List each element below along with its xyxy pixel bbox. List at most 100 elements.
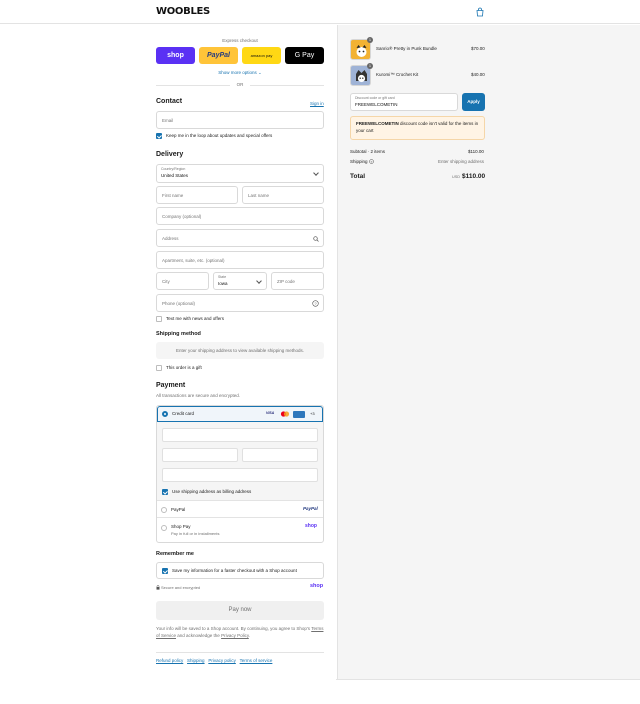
show-more-options-link[interactable]: Show more options ⌄	[156, 70, 324, 76]
shipping-label: Shipping ?	[350, 159, 374, 164]
delivery-heading: Delivery	[156, 151, 184, 158]
product-image-icon	[356, 45, 367, 57]
text-me-label: Text me with news and offers	[166, 316, 224, 321]
refund-policy-link[interactable]: Refund policy	[156, 658, 183, 663]
express-checkout-title: Express checkout	[222, 38, 258, 43]
legal-text: Your info will be saved to a Shop accoun…	[156, 626, 324, 638]
discount-error-banner: FREEWELCOMETIN discount code isn't valid…	[350, 116, 485, 140]
discount-error-code: FREEWELCOMETIN	[356, 121, 399, 126]
shipping-method-heading: Shipping method	[156, 331, 201, 337]
item-quantity-badge: 1	[367, 63, 373, 69]
paypal-radio[interactable]	[161, 507, 167, 513]
divider	[250, 85, 324, 86]
company-field[interactable]: Company (optional)	[156, 207, 324, 225]
credit-card-radio[interactable]	[162, 411, 168, 417]
search-icon	[313, 236, 319, 242]
billing-same-label: Use shipping address as billing address	[172, 489, 252, 494]
billing-same-checkbox[interactable]	[162, 489, 168, 495]
paypal-logo-icon: PayPal	[303, 506, 318, 511]
divider	[156, 85, 230, 86]
discount-code-field[interactable]: Discount code or gift card FREEWELCOMETI…	[350, 93, 458, 111]
shop-pay-label: Shop Pay	[171, 524, 191, 529]
gift-checkbox[interactable]	[156, 365, 162, 371]
footer-links: Refund policy Shipping Privacy policy Te…	[156, 658, 272, 663]
amex-icon	[293, 410, 305, 418]
country-select[interactable]: Country/Region United States	[156, 164, 324, 183]
google-pay-button[interactable]: G Pay	[285, 47, 324, 64]
privacy-policy-link[interactable]: Privacy policy	[208, 658, 236, 663]
save-info-box[interactable]: Save my information for a faster checkou…	[156, 562, 324, 579]
save-info-checkbox[interactable]	[162, 568, 168, 574]
shop-logo-icon: shop	[305, 523, 317, 529]
item-name: Sanrio® Pretty in Punk Bundle	[376, 46, 437, 51]
subtotal-value: $110.00	[468, 149, 484, 154]
expiration-field[interactable]	[162, 448, 238, 462]
shop-pay-radio[interactable]	[161, 525, 167, 531]
state-select[interactable]: State Iowa	[213, 272, 267, 290]
or-divider-label: OR	[236, 82, 244, 87]
apply-button[interactable]: Apply	[462, 93, 485, 111]
visa-icon: VISA	[266, 411, 275, 415]
divider	[156, 652, 324, 653]
page-background	[336, 679, 640, 704]
header: WOOBLES	[0, 0, 640, 24]
shipping-method-notice: Enter your shipping address to view avai…	[156, 342, 324, 359]
first-name-field[interactable]: First name	[156, 186, 238, 204]
order-summary: 1 Sanrio® Pretty in Punk Bundle $70.00 1…	[337, 25, 640, 679]
apartment-field[interactable]: Apartment, suite, etc. (optional)	[156, 251, 324, 269]
help-icon[interactable]: ?	[312, 300, 319, 307]
shop-logo-icon: shop	[310, 583, 324, 589]
secure-label: Secure and encrypted	[161, 585, 201, 590]
total-value: $110.00	[462, 173, 486, 180]
paypal-label: PayPal	[171, 507, 186, 512]
paypal-option[interactable]: PayPal PayPal	[157, 502, 323, 518]
currency-label: USD	[452, 175, 461, 179]
shipping-value: Enter shipping address	[438, 159, 485, 164]
last-name-field[interactable]: Last name	[242, 186, 324, 204]
newsletter-checkbox[interactable]	[156, 133, 162, 139]
zip-field[interactable]: ZIP code	[271, 272, 324, 290]
terms-of-service-link[interactable]: Terms of service	[240, 658, 273, 663]
mastercard-icon	[280, 411, 290, 417]
phone-field[interactable]: Phone (optional) ?	[156, 294, 324, 312]
chevron-down-icon: ⌄	[258, 70, 262, 75]
gift-label: This order is a gift	[166, 365, 202, 370]
payment-heading: Payment	[156, 382, 186, 389]
total-label: Total	[350, 173, 366, 180]
credit-card-label: Credit card	[172, 411, 195, 416]
card-number-field[interactable]	[162, 428, 318, 442]
item-quantity-badge: 1	[367, 37, 373, 43]
svg-text:?: ?	[314, 301, 317, 306]
info-icon[interactable]: ?	[369, 159, 374, 164]
subtotal-label: Subtotal · 2 items	[350, 149, 386, 154]
contact-heading: Contact	[156, 98, 183, 105]
payment-subtitle: All transactions are secure and encrypte…	[156, 393, 241, 398]
credit-card-option[interactable]: Credit card VISA +3	[157, 406, 323, 422]
shop-pay-option[interactable]: Shop Pay Pay in full or in installments …	[157, 519, 323, 543]
store-logo[interactable]: WOOBLES	[156, 6, 210, 17]
privacy-link[interactable]: Privacy Policy	[221, 633, 249, 638]
item-price: $70.00	[471, 46, 485, 51]
save-info-label: Save my information for a faster checkou…	[172, 568, 297, 573]
pay-now-button[interactable]: Pay now	[156, 601, 324, 620]
text-me-checkbox[interactable]	[156, 316, 162, 322]
shopping-bag-icon[interactable]	[475, 7, 485, 17]
amazon-pay-button[interactable]: amazon pay	[242, 47, 281, 64]
remember-me-heading: Remember me	[156, 551, 194, 557]
checkout-form: Express checkout shop PayPal amazon pay …	[0, 25, 336, 704]
security-code-field[interactable]	[242, 448, 318, 462]
shop-pay-button[interactable]: shop	[156, 47, 195, 64]
newsletter-label: Keep me in the loop about updates and sp…	[166, 133, 273, 138]
email-field[interactable]: Email	[156, 111, 324, 129]
shipping-policy-link[interactable]: Shipping	[187, 658, 205, 663]
address-field[interactable]: Address	[156, 229, 324, 247]
payment-options: Credit card VISA +3 Use shipping address…	[156, 405, 324, 543]
sign-in-link[interactable]: Sign in	[310, 101, 324, 106]
city-field[interactable]: City	[156, 272, 209, 290]
item-price: $40.00	[471, 72, 485, 77]
more-cards-count: +3	[310, 411, 315, 416]
chevron-down-icon	[256, 278, 262, 284]
lock-icon	[156, 585, 160, 590]
paypal-button[interactable]: PayPal	[199, 47, 238, 64]
name-on-card-field[interactable]	[162, 468, 318, 482]
